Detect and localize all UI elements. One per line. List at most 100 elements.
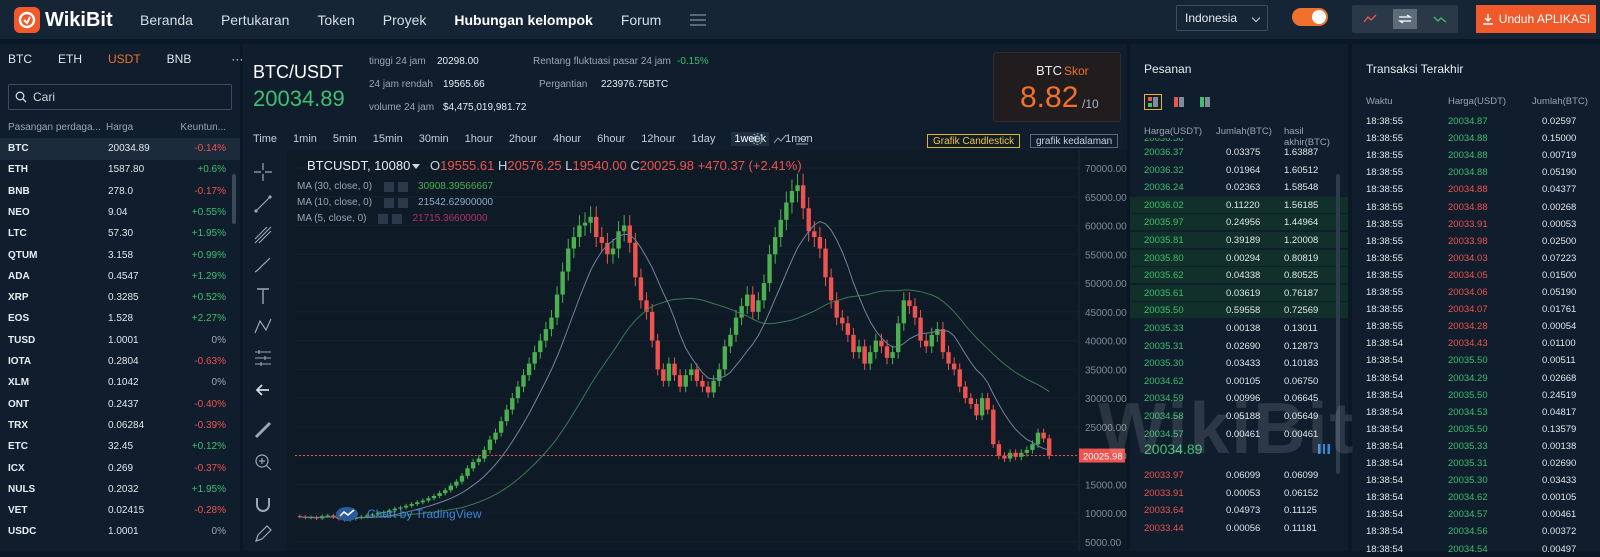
tab-more[interactable]: ··· <box>231 52 243 66</box>
timeframe-1min[interactable]: 1min <box>293 133 317 145</box>
trend-icon[interactable] <box>1428 9 1452 29</box>
order-row[interactable]: 20036.320.019641.60512 <box>1130 162 1348 178</box>
tab-usdt[interactable]: USDT <box>108 52 141 66</box>
menu-icon[interactable] <box>689 13 707 27</box>
tab-btc[interactable]: BTC <box>8 52 32 66</box>
logo[interactable]: WikiBit <box>14 7 113 33</box>
search-box[interactable]: Cari <box>8 84 232 110</box>
swap-icon[interactable] <box>1393 9 1417 29</box>
order-row[interactable]: 20033.910.000530.06152 <box>1130 485 1348 501</box>
order-row[interactable]: 20033.440.000560.11181 <box>1130 520 1348 536</box>
book-bids-icon[interactable] <box>1196 94 1214 110</box>
order-row[interactable]: 20035.620.043380.80525 <box>1130 267 1348 283</box>
timeframe-2hour[interactable]: 2hour <box>509 133 537 145</box>
ma-legend-row[interactable]: MA (30, close, 0)30908.39566667 <box>297 181 493 192</box>
col-pair[interactable]: Pasangan perdaga... <box>8 122 101 133</box>
ma-legend-row[interactable]: MA (10, close, 0)21542.62900000 <box>297 197 493 208</box>
candlestick-chart-button[interactable]: Grafik Candlestick <box>927 134 1020 148</box>
market-row[interactable]: ICX0.269-0.37% <box>0 458 240 480</box>
trendline-icon[interactable] <box>253 194 273 214</box>
timeframe-15min[interactable]: 15min <box>373 133 403 145</box>
order-row[interactable]: 20035.810.391891.20008 <box>1130 232 1348 248</box>
market-row[interactable]: IOTA0.2804-0.63% <box>0 351 240 373</box>
indicator-icon[interactable] <box>773 133 787 145</box>
ma-close-icon[interactable] <box>398 198 408 208</box>
market-row[interactable]: ONT0.2437-0.40% <box>0 394 240 416</box>
nav-pertukaran[interactable]: Pertukaran <box>221 12 289 28</box>
market-row[interactable]: QTUM3.158+0.99% <box>0 245 240 267</box>
crosshair-icon[interactable] <box>253 162 273 182</box>
order-row[interactable]: 20035.970.249561.44964 <box>1130 214 1348 230</box>
market-row[interactable]: USDC1.00010% <box>0 521 240 543</box>
order-row[interactable]: 20035.610.036190.76187 <box>1130 285 1348 301</box>
order-row[interactable]: 20035.330.001380.13011 <box>1130 320 1348 336</box>
market-row[interactable]: EOS1.528+2.27% <box>0 308 240 330</box>
col-change[interactable]: Keuntun... <box>180 122 226 133</box>
ma-legend-row[interactable]: MA (5, close, 0)21715.36600000 <box>297 213 488 224</box>
market-row[interactable]: NEO9.04+0.55% <box>0 202 240 224</box>
order-row[interactable]: 20035.800.002940.80819 <box>1130 250 1348 266</box>
order-row[interactable]: 20034.620.001050.06750 <box>1130 373 1348 389</box>
market-row[interactable]: LTC57.30+1.95% <box>0 223 240 245</box>
settings-gear-icon[interactable] <box>751 133 763 145</box>
timeframe-4hour[interactable]: 4hour <box>553 133 581 145</box>
order-row[interactable]: 20036.370.033751.63887 <box>1130 144 1348 160</box>
book-all-icon[interactable] <box>1144 94 1162 110</box>
market-row[interactable]: TRX0.06284-0.39% <box>0 415 240 437</box>
timeframe-5min[interactable]: 5min <box>333 133 357 145</box>
timeframe-30min[interactable]: 30min <box>419 133 449 145</box>
col-price[interactable]: Harga <box>106 122 133 133</box>
tab-bnb[interactable]: BNB <box>167 52 192 66</box>
chart-line-icon[interactable] <box>1358 9 1382 29</box>
timeframe-1hour[interactable]: 1hour <box>465 133 493 145</box>
nav-token[interactable]: Token <box>317 12 354 28</box>
ma-close-icon[interactable] <box>392 214 402 224</box>
ruler-icon[interactable] <box>253 420 273 440</box>
nav-beranda[interactable]: Beranda <box>140 12 193 28</box>
order-row[interactable]: 20033.640.049730.11125 <box>1130 502 1348 518</box>
language-select[interactable]: Indonesia <box>1176 5 1268 31</box>
nav-hubungan-kelompok[interactable]: Hubungan kelompok <box>454 12 592 28</box>
magnet-icon[interactable] <box>253 494 273 514</box>
order-row[interactable]: 20035.300.034330.10183 <box>1130 355 1348 371</box>
timeframe-time[interactable]: Time <box>253 133 277 145</box>
measure-icon[interactable] <box>253 348 273 368</box>
pattern-icon[interactable] <box>253 316 273 336</box>
order-row[interactable]: 20036.020.112201.56185 <box>1130 197 1348 213</box>
ma-settings-icon[interactable] <box>384 198 394 208</box>
compare-icon[interactable] <box>795 133 809 145</box>
zoom-in-icon[interactable] <box>253 452 273 472</box>
download-app-button[interactable]: Unduh APLIKASI <box>1476 5 1596 33</box>
market-row[interactable]: NULS0.2032+1.95% <box>0 479 240 501</box>
market-row[interactable]: BTC20034.89-0.14% <box>0 138 240 160</box>
fib-icon[interactable] <box>253 225 273 245</box>
text-icon[interactable] <box>253 286 273 306</box>
ma-settings-icon[interactable] <box>378 214 388 224</box>
book-asks-icon[interactable] <box>1170 94 1188 110</box>
tradingview-attribution[interactable]: Chart by TradingView <box>335 506 482 522</box>
market-row[interactable]: ETH1587.80+0.6% <box>0 159 240 181</box>
candlestick-chart[interactable]: 70000.0065000.0060000.0055000.0050000.00… <box>287 150 1127 551</box>
timeframe-6hour[interactable]: 6hour <box>597 133 625 145</box>
ma-close-icon[interactable] <box>398 182 408 192</box>
chart-symbol[interactable]: BTCUSDT, 10080 <box>307 158 410 173</box>
scrollbar[interactable] <box>232 174 236 224</box>
ma-settings-icon[interactable] <box>384 182 394 192</box>
depth-chart-button[interactable]: grafik kedalaman <box>1030 134 1118 148</box>
timeframe-12hour[interactable]: 12hour <box>641 133 675 145</box>
brush-icon[interactable] <box>253 255 273 275</box>
market-row[interactable]: XLM0.10420% <box>0 372 240 394</box>
order-row[interactable]: 20035.310.026900.12873 <box>1130 338 1348 354</box>
market-row[interactable]: VET0.02415-0.28% <box>0 500 240 522</box>
back-arrow-icon[interactable] <box>253 380 273 400</box>
order-row[interactable]: 20036.240.023631.58548 <box>1130 179 1348 195</box>
tab-eth[interactable]: ETH <box>58 52 82 66</box>
order-row[interactable]: 20035.500.595580.72569 <box>1130 302 1348 318</box>
market-row[interactable]: ADA0.4547+1.29% <box>0 266 240 288</box>
market-row[interactable]: TUSD1.00010% <box>0 330 240 352</box>
market-row[interactable]: XRP0.3285+0.52% <box>0 287 240 309</box>
theme-toggle[interactable] <box>1292 8 1328 26</box>
price-chart[interactable]: 70000.0065000.0060000.0055000.0050000.00… <box>287 150 1127 551</box>
timeframe-1day[interactable]: 1day <box>692 133 716 145</box>
market-row[interactable]: ETC32.45+0.12% <box>0 436 240 458</box>
